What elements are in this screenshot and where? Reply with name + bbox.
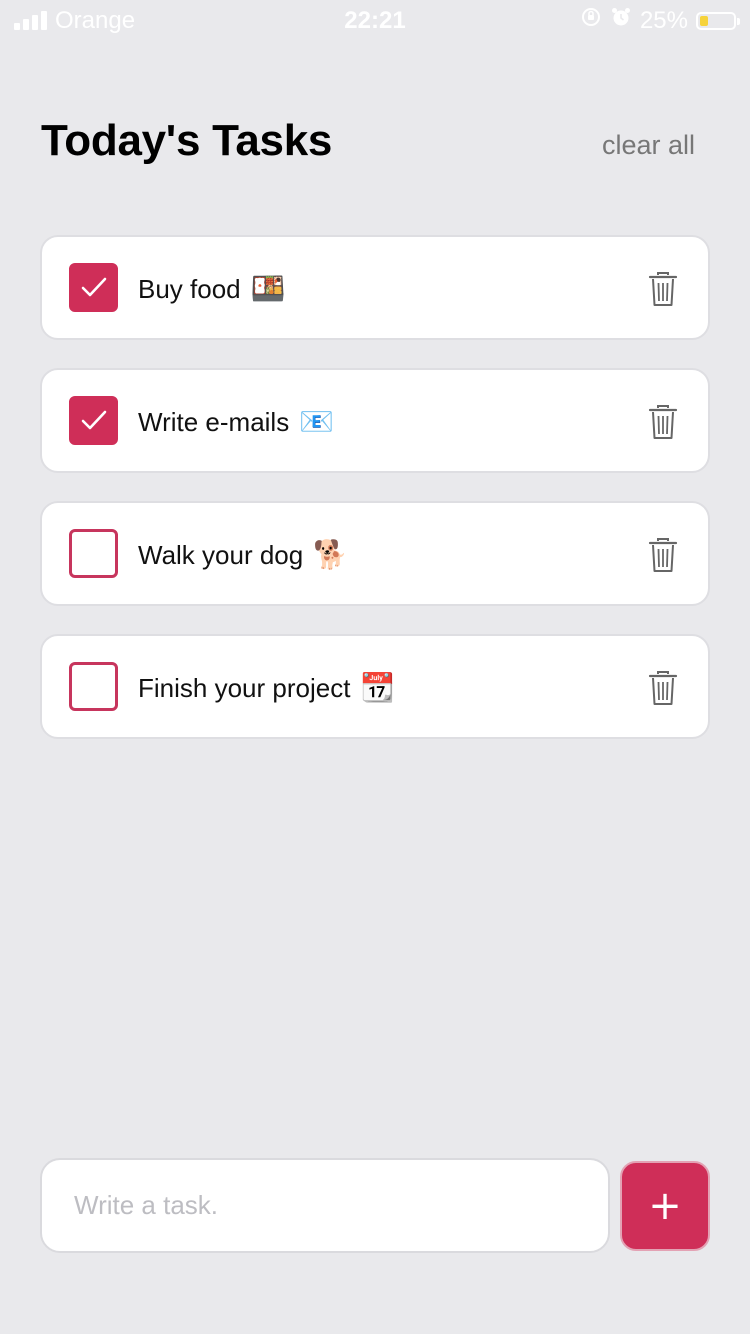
task-label: Write e-mails 📧 (138, 405, 334, 438)
delete-task-button[interactable] (648, 537, 678, 573)
trash-icon (648, 538, 678, 572)
clear-all-button[interactable]: clear all (602, 130, 695, 161)
task-label: Buy food 🍱 (138, 272, 286, 305)
page-title: Today's Tasks (41, 116, 333, 165)
battery-icon (696, 11, 740, 30)
orientation-lock-icon (580, 6, 602, 35)
task-text: Buy food (138, 274, 241, 304)
task-text: Walk your dog (138, 540, 304, 570)
checkmark-icon (81, 410, 107, 430)
trash-icon (648, 671, 678, 705)
task-checkbox[interactable] (69, 396, 118, 445)
battery-level-fill (700, 15, 708, 26)
alarm-icon (610, 6, 632, 35)
task-emoji: 🐕 (313, 538, 349, 571)
status-indicators: 25% (580, 6, 740, 35)
task-item: Buy food 🍱 (40, 235, 710, 340)
delete-task-button[interactable] (648, 670, 678, 706)
task-input[interactable] (40, 1158, 610, 1253)
delete-task-button[interactable] (648, 271, 678, 307)
task-checkbox[interactable] (69, 662, 118, 711)
trash-icon (648, 405, 678, 439)
task-text: Write e-mails (138, 407, 290, 437)
task-text: Finish your project (138, 673, 351, 703)
add-task-button[interactable]: + (620, 1161, 710, 1251)
task-item: Walk your dog 🐕 (40, 501, 710, 606)
battery-percent: 25% (639, 6, 688, 34)
task-emoji: 🍱 (250, 272, 286, 305)
task-label: Finish your project 📆 (138, 671, 395, 704)
task-label: Walk your dog 🐕 (138, 538, 348, 571)
delete-task-button[interactable] (648, 404, 678, 440)
status-bar: Orange 22:21 25% (0, 0, 750, 40)
task-checkbox[interactable] (69, 263, 118, 312)
task-emoji: 📧 (299, 405, 335, 438)
task-checkbox[interactable] (69, 529, 118, 578)
task-item: Write e-mails 📧 (40, 368, 710, 473)
task-item: Finish your project 📆 (40, 634, 710, 739)
checkmark-icon (81, 277, 107, 297)
task-emoji: 📆 (360, 671, 396, 704)
task-list: Buy food 🍱 Write e-mails 📧 Walk your dog… (40, 235, 710, 767)
trash-icon (648, 272, 678, 306)
